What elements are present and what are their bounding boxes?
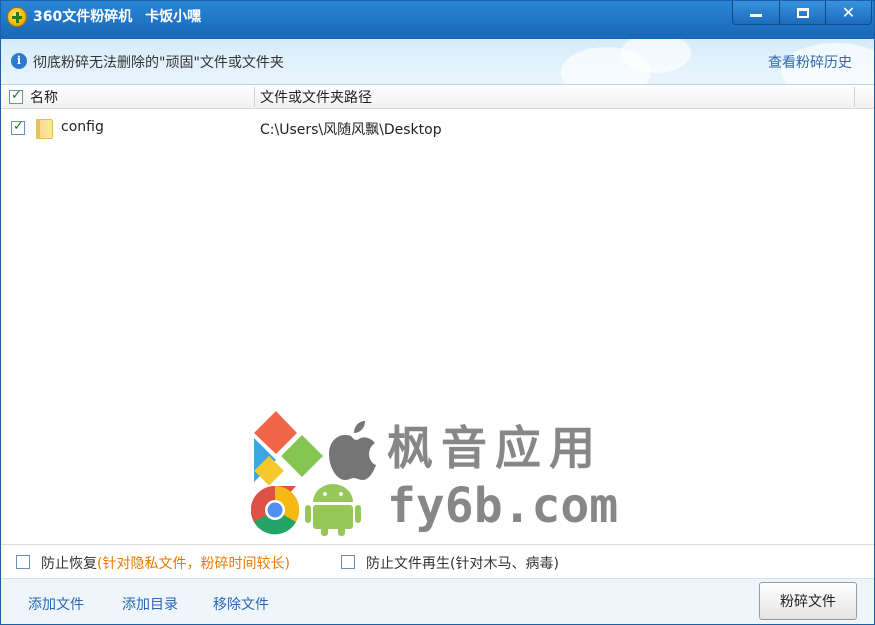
row-name: config (61, 119, 104, 135)
prevent-recovery-checkbox[interactable] (16, 555, 30, 569)
folder-icon (36, 119, 53, 139)
shred-files-button[interactable]: 粉碎文件 (759, 582, 857, 620)
window-title: 360文件粉碎机 卡饭小嘿 (33, 7, 209, 27)
info-banner: i 彻底粉碎无法删除的"顽固"文件或文件夹 查看粉碎历史 (1, 39, 874, 85)
prevent-recovery-note: (针对隐私文件，粉碎时间较长) (97, 556, 290, 572)
remove-file-link[interactable]: 移除文件 (213, 594, 269, 614)
watermark-url-text: fy6b.com (387, 478, 619, 534)
add-directory-link[interactable]: 添加目录 (122, 594, 178, 614)
row-path: C:\Users\风随风飘\Desktop (260, 122, 442, 138)
banner-description: 彻底粉碎无法删除的"顽固"文件或文件夹 (33, 55, 284, 71)
window-controls: ✕ (732, 1, 872, 25)
file-list-header: 名称 文件或文件夹路径 (1, 85, 874, 109)
watermark-brand-text: 枫音应用 (387, 421, 603, 475)
prevent-regeneration-note: (针对木马、病毒) (450, 556, 559, 572)
prevent-regeneration-text: 防止文件再生 (366, 556, 450, 572)
android-logo-icon (305, 484, 361, 536)
app-subtitle: 卡饭小嘿 (145, 9, 202, 25)
prevent-recovery-label[interactable]: 防止恢复(针对隐私文件，粉碎时间较长) (41, 553, 290, 573)
column-header-path[interactable]: 文件或文件夹路径 (260, 87, 372, 107)
row-checkbox[interactable] (11, 119, 25, 135)
bottom-toolbar: 添加文件 添加目录 移除文件 粉碎文件 (1, 578, 874, 624)
select-all-checkbox[interactable] (9, 88, 23, 104)
chrome-logo-icon (250, 485, 300, 535)
column-header-name[interactable]: 名称 (30, 87, 58, 107)
info-icon: i (11, 53, 27, 69)
app-logo-icon (7, 7, 27, 27)
apple-logo-icon (329, 421, 376, 480)
maximize-icon (796, 7, 809, 18)
column-divider[interactable] (254, 87, 255, 107)
app-window: 360文件粉碎机 卡饭小嘿 ✕ i 彻底粉碎无法删除的"顽固"文件或文件夹 查看… (0, 0, 875, 625)
app-title: 360文件粉碎机 (33, 9, 133, 25)
prevent-regeneration-checkbox[interactable] (341, 555, 355, 569)
add-file-link[interactable]: 添加文件 (28, 594, 84, 614)
prevent-recovery-text: 防止恢复 (41, 556, 97, 572)
column-divider[interactable] (854, 87, 855, 107)
close-button[interactable]: ✕ (825, 1, 871, 24)
watermark: 枫音应用 fy6b.com (250, 406, 621, 536)
table-row[interactable]: config C:\Users\风随风飘\Desktop (1, 113, 874, 143)
windows-logo-icon (254, 411, 323, 486)
minimize-button[interactable] (733, 1, 779, 24)
view-history-link[interactable]: 查看粉碎历史 (768, 52, 852, 72)
options-bar: 防止恢复(针对隐私文件，粉碎时间较长) 防止文件再生(针对木马、病毒) (1, 544, 874, 578)
maximize-button[interactable] (779, 1, 825, 24)
prevent-regeneration-label[interactable]: 防止文件再生(针对木马、病毒) (366, 553, 559, 573)
close-icon: ✕ (841, 2, 856, 22)
title-bar[interactable]: 360文件粉碎机 卡饭小嘿 ✕ (1, 1, 874, 39)
minimize-icon (750, 14, 762, 17)
prevent-recovery-note-text: 针对隐私文件，粉碎时间较长 (102, 556, 285, 572)
